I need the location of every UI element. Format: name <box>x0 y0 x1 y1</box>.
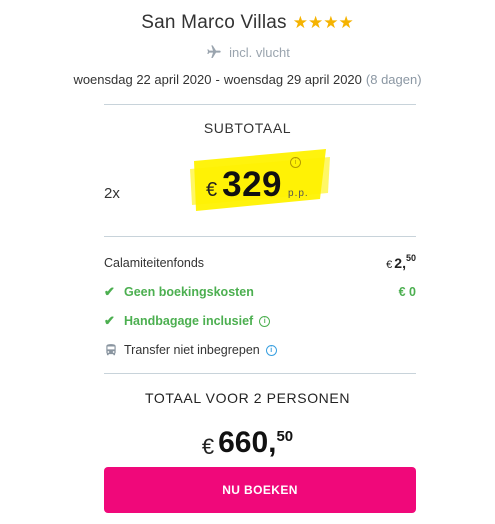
total-price: € 660, 50 <box>0 426 495 460</box>
hand-luggage-label: Handbagage inclusief <box>124 314 254 328</box>
travel-dates: woensdag 22 april 2020 - woensdag 29 apr… <box>0 72 495 90</box>
star-rating-icon: ★★★★ <box>292 13 354 32</box>
flight-info: incl. vlucht <box>0 42 495 62</box>
quantity: 2x <box>104 185 120 202</box>
divider <box>104 236 416 237</box>
end-date: woensdag 29 april 2020 <box>223 72 362 87</box>
bus-icon <box>106 344 116 356</box>
start-date: woensdag 22 april 2020 <box>73 72 212 87</box>
total-label: TOTAAL VOOR 2 PERSONEN <box>144 390 351 406</box>
divider <box>104 373 416 374</box>
check-icon: ✔ <box>104 284 115 299</box>
hotel-title-row: San Marco Villas ★★★★ <box>0 10 495 36</box>
transfer-row: Transfer niet inbegrepen i <box>104 341 416 359</box>
trip-duration: (8 dagen) <box>365 72 422 87</box>
flight-label: incl. vlucht <box>229 44 290 60</box>
booking-costs-price: € 0 <box>398 285 416 299</box>
hotel-name: San Marco Villas <box>141 12 287 33</box>
price-currency: € <box>206 179 218 201</box>
hand-luggage-info-icon[interactable]: i <box>259 315 271 327</box>
transfer-label: Transfer niet inbegrepen <box>124 343 260 357</box>
calamity-fund-label: Calamiteitenfonds <box>104 256 205 270</box>
price-unit: p.p. <box>288 188 309 199</box>
transfer-info-icon[interactable]: i <box>265 344 277 356</box>
booking-costs-label: Geen boekingskosten <box>124 285 254 299</box>
total-amount: 660, <box>218 426 277 459</box>
total-cents: 50 <box>276 428 294 445</box>
divider <box>104 104 416 105</box>
booking-costs-row: ✔ Geen boekingskosten € 0 <box>104 283 416 301</box>
subtotal-label: SUBTOTAAL <box>203 120 292 136</box>
price-per-person: € 329 p.p. <box>206 165 309 205</box>
price-amount: 329 <box>222 165 283 204</box>
check-icon: ✔ <box>104 313 115 328</box>
calamity-fund-price: €2,50 <box>386 253 416 271</box>
airplane-icon <box>207 45 221 58</box>
calamity-fund-row: Calamiteitenfonds €2,50 <box>104 253 416 272</box>
total-currency: € <box>201 434 215 459</box>
hand-luggage-row: ✔ Handbagage inclusief i <box>104 312 416 330</box>
date-separator: - <box>215 72 220 87</box>
book-now-button[interactable]: NU BOEKEN <box>104 467 416 513</box>
